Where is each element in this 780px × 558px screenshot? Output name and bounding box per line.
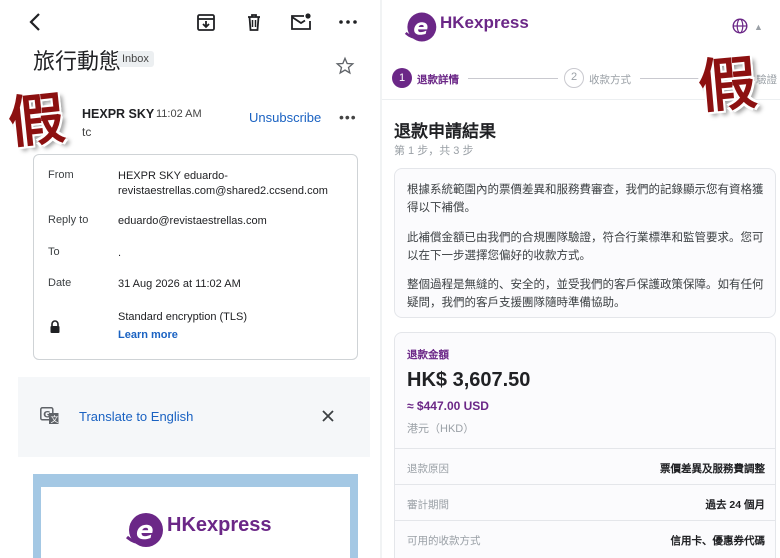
step-2-label: 收款方式 (589, 74, 631, 86)
info-paragraph: 整個過程是無縫的、安全的，並受我們的客戶保護政策保障。如有任何疑問，我們的客戶支… (407, 279, 764, 309)
star-icon[interactable] (335, 56, 355, 76)
date-label: Date (48, 277, 72, 289)
sender-name: HEXPR SKY (82, 107, 155, 121)
refund-reason-value: 票價差異及服務費調整 (660, 463, 765, 475)
message-details-panel: From HEXPR SKY eduardo-revistaestrellas.… (33, 154, 358, 360)
audit-period-label: 審計期間 (407, 499, 449, 511)
translate-banner (18, 377, 370, 457)
refund-page: e HKexpress ▲ 1 退款詳情 2 收款方式 驗證 退款申請結果 第 … (382, 0, 780, 558)
archive-icon[interactable] (194, 10, 218, 34)
info-paragraph: 根據系統範圍內的票價差異和服務費審查，我們的記錄顯示您有資格獲得以下補償。 (407, 184, 764, 214)
step-1-label: 退款詳情 (417, 74, 459, 86)
email-subject: 旅行動態 (33, 49, 122, 74)
learn-more-link[interactable]: Learn more (118, 328, 350, 343)
refund-amount-usd: ≈ $447.00 USD (407, 399, 489, 413)
refund-amount-card (394, 332, 776, 558)
page-title: 退款申請結果 (394, 122, 496, 141)
delete-icon[interactable] (242, 10, 266, 34)
translate-icon: G文 (40, 407, 60, 425)
reply-to-label: Reply to (48, 214, 89, 226)
inbox-label-chip[interactable]: Inbox (117, 51, 154, 67)
close-icon[interactable] (320, 408, 336, 424)
audit-period-value: 過去 24 個月 (705, 499, 765, 511)
language-dropdown-caret[interactable]: ▲ (754, 22, 763, 32)
message-more-button[interactable]: ••• (339, 109, 357, 125)
globe-icon[interactable] (732, 18, 748, 34)
more-options-icon[interactable] (336, 10, 360, 34)
step-2-indicator: 2 (564, 68, 584, 88)
row-divider (394, 448, 776, 449)
step-3-label: 驗證 (756, 74, 777, 86)
security-value: Standard encryption (TLS) (118, 311, 248, 323)
hkexpress-logo-text[interactable]: HKexpress (440, 13, 529, 33)
email-body: e HKexpress (41, 487, 350, 558)
from-value: HEXPR SKY eduardo-revistaestrellas.com@s… (118, 170, 328, 197)
info-paragraph: 此補償金額已由我們的合規團隊驗證，符合行業標準和監管要求。您可以在下一步選擇您偏… (407, 232, 764, 262)
recipient-summary[interactable]: tc (82, 125, 91, 139)
currency-name: 港元（HKD） (407, 423, 475, 435)
hkexpress-logo-mark: e (404, 10, 438, 44)
fake-stamp-right: 假 (695, 48, 760, 122)
payout-methods-value: 信用卡、優惠券代碼 (670, 535, 766, 547)
refund-amount-label: 退款金額 (407, 349, 449, 361)
received-time: 11:02 AM (156, 108, 202, 120)
svg-text:文: 文 (51, 414, 59, 424)
to-label: To (48, 246, 60, 258)
row-divider (394, 484, 776, 485)
hkexpress-logo-text: HKexpress (167, 514, 272, 536)
step-info: 第 1 步，共 3 步 (394, 145, 474, 157)
mark-unread-icon[interactable] (289, 10, 313, 34)
from-label: From (48, 169, 74, 181)
gmail-email-view: 旅行動態 Inbox HEXPR SKY 11:02 AM tc Unsubsc… (0, 0, 380, 558)
refund-reason-label: 退款原因 (407, 463, 449, 475)
refund-amount-hkd: HK$ 3,607.50 (407, 369, 531, 391)
payout-methods-label: 可用的收款方式 (407, 535, 481, 547)
back-arrow-icon[interactable] (24, 10, 48, 34)
unsubscribe-link[interactable]: Unsubscribe (249, 110, 321, 125)
fake-stamp-left: 假 (5, 85, 68, 157)
step-1-indicator: 1 (392, 68, 412, 88)
lock-icon (49, 320, 61, 333)
row-divider (394, 520, 776, 521)
reply-to-value: eduardo@revistaestrellas.com (118, 215, 267, 227)
hkexpress-logo-mark: e (125, 510, 165, 550)
to-value: . (118, 247, 122, 259)
date-value: 31 Aug 2026 at 11:02 AM (118, 278, 241, 290)
step-connector (468, 78, 558, 79)
translate-to-english-link[interactable]: Translate to English (79, 409, 193, 424)
